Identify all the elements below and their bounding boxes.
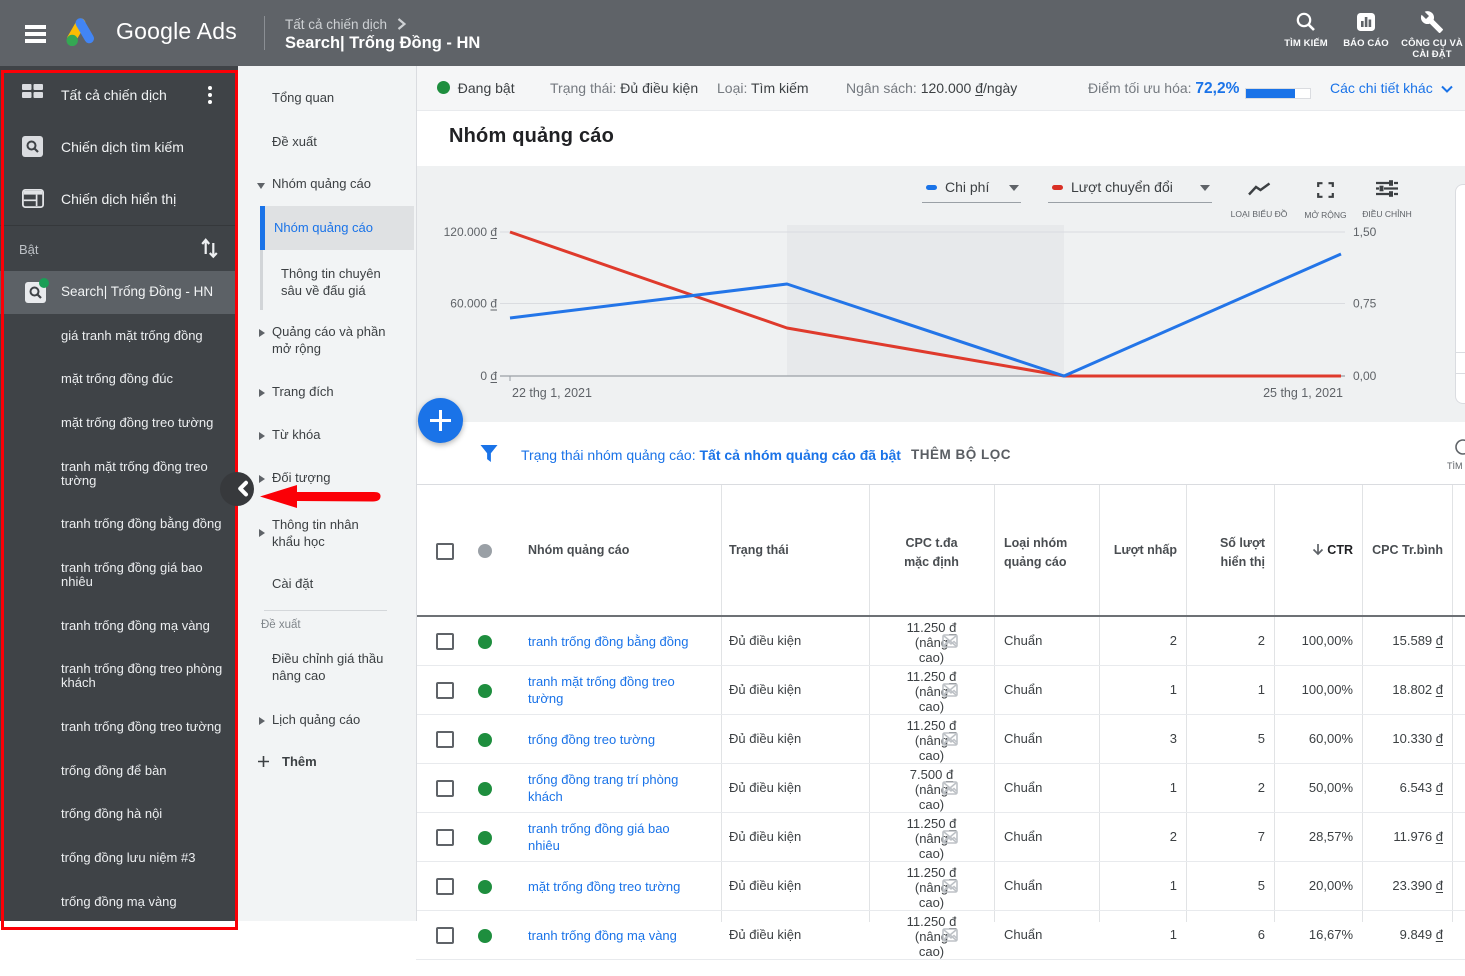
svg-text:0,00: 0,00 xyxy=(1353,369,1377,383)
svg-text:1,50: 1,50 xyxy=(1353,225,1377,239)
svg-text:0 đ: 0 đ xyxy=(480,369,497,383)
svg-text:120.000 đ: 120.000 đ xyxy=(444,225,498,239)
svg-text:60.000 đ: 60.000 đ xyxy=(450,297,497,311)
svg-text:0,75: 0,75 xyxy=(1353,297,1377,311)
svg-text:25 thg 1, 2021: 25 thg 1, 2021 xyxy=(1263,386,1343,400)
svg-text:22 thg 1, 2021: 22 thg 1, 2021 xyxy=(512,386,592,400)
